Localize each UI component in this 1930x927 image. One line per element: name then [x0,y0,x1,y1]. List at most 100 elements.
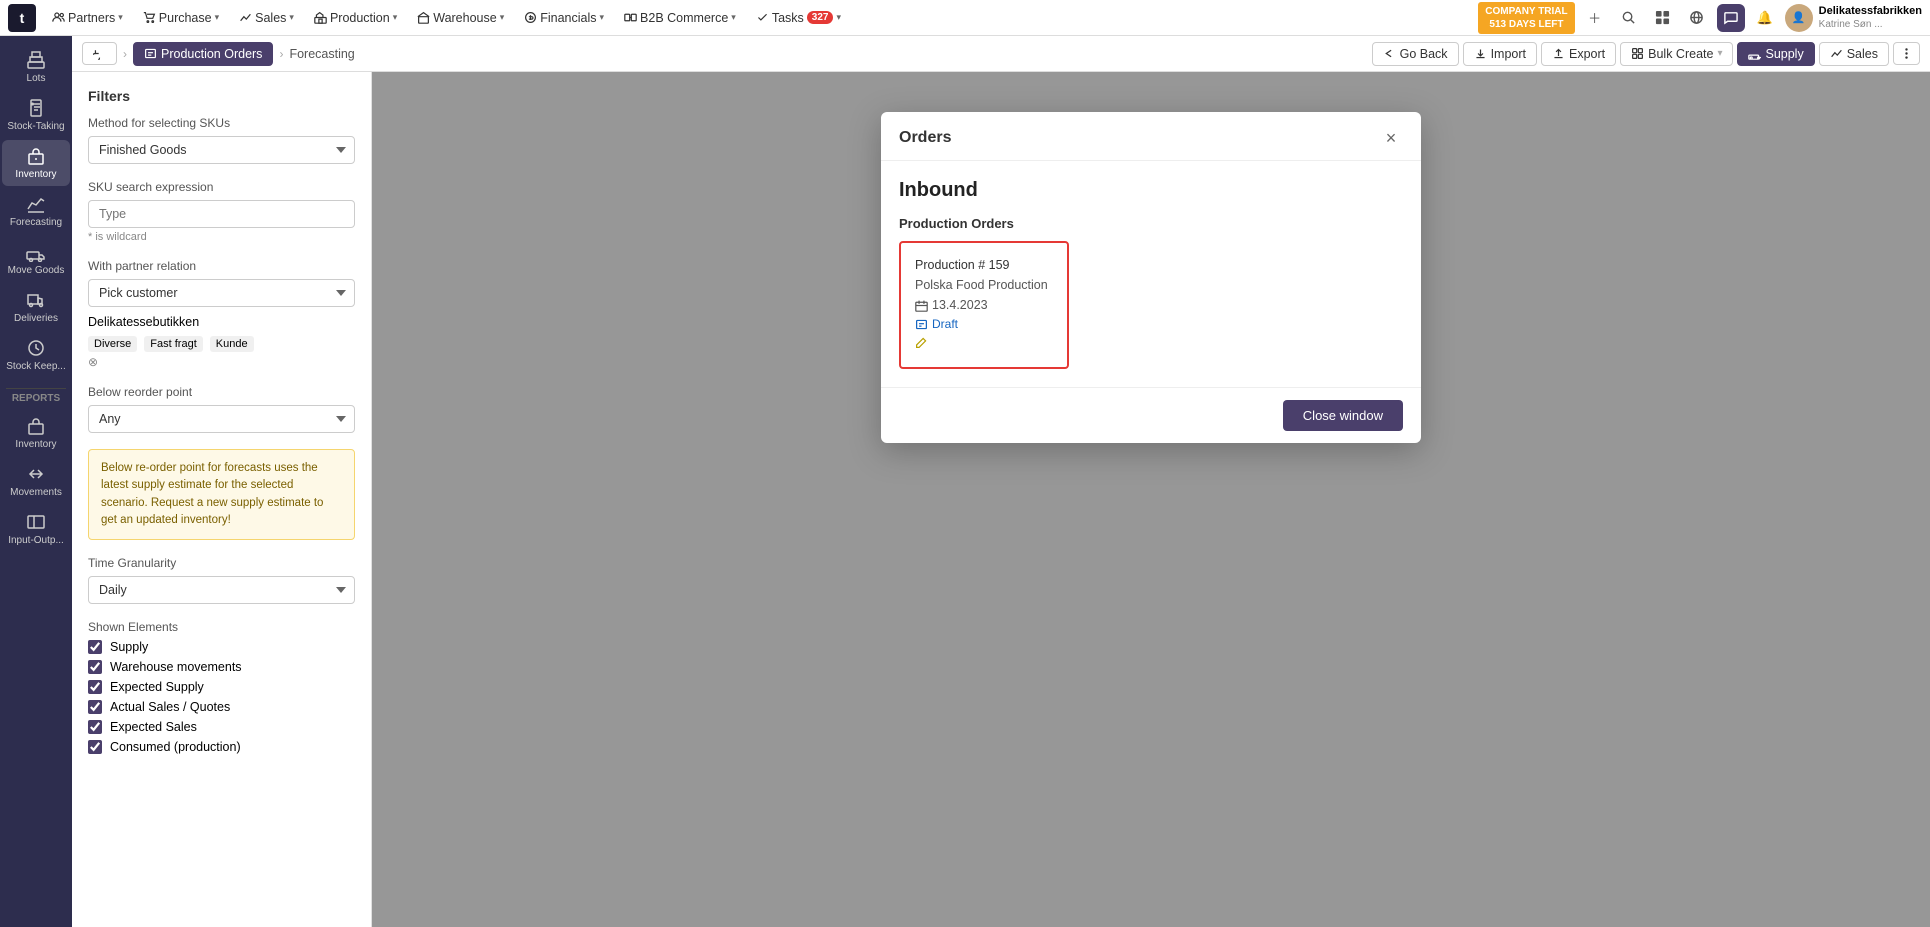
sku-section: SKU search expression * is wildcard [88,180,355,243]
shown-consumed: Consumed (production) [88,740,355,754]
secondary-toolbar: › Production Orders › Forecasting Go Bac… [72,36,1930,72]
sidebar-item-inventory[interactable]: Inventory [2,140,70,186]
orders-modal: Orders × Inbound Production Orders Produ… [881,112,1421,443]
order-edit-icon[interactable] [915,336,1053,355]
sku-input[interactable] [88,200,355,228]
sidebar-item-lots[interactable]: Lots [2,44,70,90]
actual-sales-checkbox[interactable] [88,700,102,714]
shown-expected-supply: Expected Supply [88,680,355,694]
grid-button[interactable] [1649,4,1677,32]
supply-button[interactable]: Supply [1737,42,1814,66]
partner-section: With partner relation Pick customer Deli… [88,259,355,369]
method-select[interactable]: Finished Goods [88,136,355,164]
granularity-section: Time Granularity Daily [88,556,355,604]
language-button[interactable] [1683,4,1711,32]
tag-diverse: Diverse [88,336,137,352]
modal-title: Orders [899,129,951,147]
shown-actual-sales: Actual Sales / Quotes [88,700,355,714]
user-info: Delikatessfabrikken Katrine Søn ... [1819,4,1922,31]
modal-header: Orders × [881,112,1421,161]
nav-production[interactable]: Production ▾ [306,7,405,29]
sidebar-item-stock-keep[interactable]: Stock Keep... [2,332,70,378]
method-label: Method for selecting SKUs [88,116,355,130]
notification-button[interactable]: 🔔 [1751,4,1779,32]
more-button[interactable] [1893,42,1920,65]
order-card[interactable]: Production # 159 Polska Food Production … [899,241,1069,369]
shown-expected-sales: Expected Sales [88,720,355,734]
filter-panel: Filters Method for selecting SKUs Finish… [72,72,372,927]
partner-name: Delikatessebutikken [88,315,355,329]
nav-purchase[interactable]: Purchase ▾ [135,7,227,29]
filter-title: Filters [88,88,355,104]
go-back-button[interactable]: Go Back [1372,42,1459,66]
bulk-create-button[interactable]: Bulk Create ▾ [1620,42,1733,66]
nav-b2b[interactable]: B2B Commerce ▾ [616,7,744,29]
modal-body: Inbound Production Orders Production # 1… [881,161,1421,387]
reorder-section: Below reorder point Any [88,385,355,433]
toolbar-right-actions: Go Back Import Export Bulk Create ▾ Supp… [1372,42,1920,66]
import-button[interactable]: Import [1463,42,1537,66]
tag-fast-fragt: Fast fragt [144,336,202,352]
reports-section-label: Reports [6,388,66,408]
left-sidebar: Lots Stock-Taking Inventory Forecasting … [0,36,72,927]
consumed-checkbox[interactable] [88,740,102,754]
undo-button[interactable] [82,42,117,65]
shown-supply: Supply [88,640,355,654]
reorder-label: Below reorder point [88,385,355,399]
sidebar-item-move-goods[interactable]: Move Goods [2,236,70,282]
breadcrumb-production-orders[interactable]: Production Orders [133,42,273,66]
nav-partners[interactable]: Partners ▾ [44,7,131,29]
sidebar-item-inventory-report[interactable]: Inventory [2,410,70,456]
warehouse-checkbox[interactable] [88,660,102,674]
granularity-label: Time Granularity [88,556,355,570]
shown-elements-section: Shown Elements Supply Warehouse movement… [88,620,355,754]
expected-supply-checkbox[interactable] [88,680,102,694]
nav-sales[interactable]: Sales ▾ [231,7,302,29]
supply-checkbox[interactable] [88,640,102,654]
sidebar-item-input-output[interactable]: Input-Outp... [2,506,70,552]
inbound-label: Inbound [899,179,1403,202]
order-date: 13.4.2023 [915,295,1053,315]
sku-label: SKU search expression [88,180,355,194]
partner-entry: Delikatessebutikken Diverse Fast fragt K… [88,315,355,369]
top-navigation: t Partners ▾ Purchase ▾ Sales ▾ Producti… [0,0,1930,36]
nav-tasks[interactable]: Tasks 327 ▾ [748,7,849,29]
company-trial-badge: COMPANY TRIAL 513 DAYS LEFT [1478,2,1574,34]
modal-footer: Close window [881,387,1421,443]
order-status: Draft [915,315,1053,334]
expected-sales-checkbox[interactable] [88,720,102,734]
order-subtitle: Polska Food Production [915,275,1053,295]
sales-toolbar-button[interactable]: Sales [1819,42,1889,66]
shown-warehouse: Warehouse movements [88,660,355,674]
partner-select[interactable]: Pick customer [88,279,355,307]
modal-close-button[interactable]: × [1379,126,1403,150]
export-button[interactable]: Export [1541,42,1616,66]
partner-tags-row: Diverse Fast fragt Kunde [88,333,355,352]
modal-overlay[interactable]: Orders × Inbound Production Orders Produ… [372,72,1930,927]
tag-kunde: Kunde [210,336,254,352]
add-button[interactable]: ＋ [1581,4,1609,32]
sku-hint: * is wildcard [88,231,355,243]
breadcrumb-forecasting: Forecasting [289,47,354,61]
content-area: Orders × Inbound Production Orders Produ… [372,72,1930,927]
chat-button[interactable] [1717,4,1745,32]
shown-elements-label: Shown Elements [88,620,355,634]
reorder-select[interactable]: Any [88,405,355,433]
close-window-button[interactable]: Close window [1283,400,1403,431]
production-orders-section-title: Production Orders [899,216,1403,231]
search-button[interactable] [1615,4,1643,32]
sidebar-item-stock-taking[interactable]: Stock-Taking [2,92,70,138]
avatar: 👤 [1785,4,1813,32]
sidebar-item-deliveries[interactable]: Deliveries [2,284,70,330]
nav-warehouse[interactable]: Warehouse ▾ [409,7,512,29]
sidebar-item-forecasting[interactable]: Forecasting [2,188,70,234]
sidebar-item-movements[interactable]: Movements [2,458,70,504]
app-logo[interactable]: t [8,4,36,32]
nav-right-area: COMPANY TRIAL 513 DAYS LEFT ＋ 🔔 👤 Delika… [1478,2,1922,34]
order-title: Production # 159 [915,255,1053,275]
partner-label: With partner relation [88,259,355,273]
nav-financials[interactable]: Financials ▾ [516,7,612,29]
granularity-select[interactable]: Daily [88,576,355,604]
partner-remove-button[interactable]: ⊗ [88,355,355,369]
method-section: Method for selecting SKUs Finished Goods [88,116,355,164]
